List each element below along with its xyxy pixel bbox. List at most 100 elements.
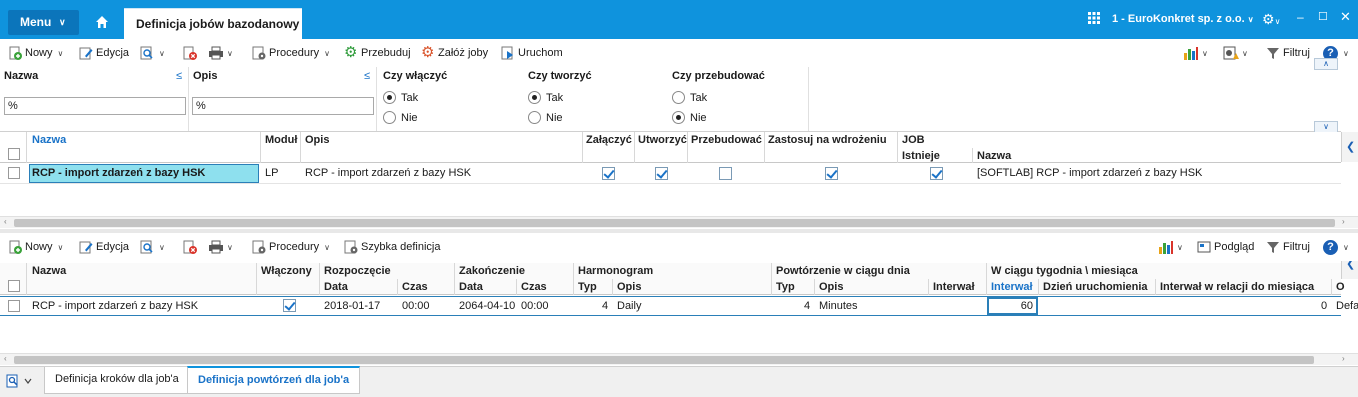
scroll-thumb[interactable] [14, 219, 1335, 227]
chevron-down-icon: ∨ [324, 242, 330, 252]
preview-icon [1197, 240, 1211, 254]
grid-apps-icon[interactable] [1088, 12, 1100, 27]
maximize-icon[interactable]: ☐ [1318, 10, 1328, 23]
table-row[interactable]: RCP - import zdarzeń z bazy HSK 2018-01-… [0, 296, 1358, 316]
select-all-checkbox[interactable] [8, 280, 20, 292]
edit-button-2[interactable]: Edycja [79, 238, 129, 256]
col-repeat-interval[interactable]: Interwał [933, 281, 975, 293]
table-row[interactable]: RCP - import zdarzeń z bazy HSK LP RCP -… [0, 163, 1341, 184]
scroll-right-icon[interactable]: › [1342, 354, 1345, 363]
col-name[interactable]: Nazwa [32, 134, 66, 146]
chevron-down-icon: ∨ [1242, 48, 1248, 58]
name-filter-input[interactable]: % [4, 97, 186, 115]
col-o[interactable]: O [1336, 281, 1345, 293]
rebuild-yes-radio[interactable]: Tak [672, 91, 707, 104]
horizontal-scrollbar[interactable]: ‹ › [0, 353, 1358, 365]
side-collapse-button[interactable]: ❮ [1341, 132, 1358, 162]
tab-document[interactable]: Definicja jobów bazodanowy [124, 8, 302, 39]
settings-warning-button[interactable]: ∨ [1223, 44, 1248, 62]
create-no-radio[interactable]: Nie [528, 111, 563, 124]
enable-yes-radio[interactable]: Tak [383, 91, 418, 104]
gear-icon[interactable]: ⚙∨ [1262, 11, 1280, 28]
desc-filter-input[interactable]: % [192, 97, 374, 115]
chart-button-2[interactable]: ∨ [1158, 238, 1183, 256]
menu-button[interactable]: Menu ∨ [8, 10, 79, 35]
col-end-time[interactable]: Czas [521, 281, 547, 293]
col-name[interactable]: Nazwa [32, 265, 66, 277]
close-icon[interactable]: ✕ [1340, 9, 1351, 25]
chart-button[interactable]: ∨ [1183, 44, 1208, 62]
col-repeat-desc[interactable]: Opis [819, 281, 843, 293]
delete-button[interactable] [183, 44, 197, 62]
col-run-day[interactable]: Dzień uruchomienia [1043, 281, 1148, 293]
attach-checkbox[interactable] [602, 167, 615, 180]
new-button[interactable]: Nowy ∨ [8, 44, 63, 62]
quick-definition-button[interactable]: Szybka definicja [344, 238, 441, 256]
select-all-checkbox[interactable] [8, 148, 20, 160]
col-start-time[interactable]: Czas [402, 281, 428, 293]
col-exists[interactable]: Istnieje [902, 150, 940, 162]
col-attach[interactable]: Załączyć [586, 134, 632, 146]
rebuild-button[interactable]: ⚙ Przebuduj [344, 44, 411, 62]
sort-icon[interactable]: ≤ [364, 70, 370, 82]
delete-button-2[interactable] [183, 238, 197, 256]
edit-button[interactable]: Edycja [79, 44, 129, 62]
col-start-date[interactable]: Data [324, 281, 348, 293]
run-button[interactable]: Uruchom [501, 44, 563, 62]
col-rebuild[interactable]: Przebudować [691, 134, 762, 146]
sort-icon[interactable]: ≤ [176, 70, 182, 82]
col-apply[interactable]: Zastosuj na wdrożeniu [768, 134, 887, 146]
enabled-checkbox[interactable] [283, 299, 296, 312]
col-enabled[interactable]: Włączony [261, 265, 312, 277]
row-checkbox[interactable] [8, 167, 20, 179]
filter-button-2[interactable]: Filtruj [1266, 238, 1310, 256]
row-checkbox[interactable] [8, 300, 20, 312]
col-interval-month[interactable]: Interwał w relacji do miesiąca [1160, 281, 1314, 293]
col-create[interactable]: Utworzyć [638, 134, 687, 146]
green-gear-icon: ⚙ [344, 44, 358, 61]
col-job-name[interactable]: Nazwa [977, 150, 1011, 162]
rebuild-checkbox[interactable] [719, 167, 732, 180]
scroll-thumb[interactable] [14, 356, 1314, 364]
company-selector[interactable]: 1 - EuroKonkret sp. z o.o. ∨ [1112, 13, 1254, 25]
search-button-2[interactable]: ∨ [140, 238, 165, 256]
apply-checkbox[interactable] [825, 167, 838, 180]
create-jobs-button[interactable]: ⚙ Załóż joby [421, 44, 488, 62]
horizontal-scrollbar[interactable]: ‹ › [0, 216, 1358, 228]
col-desc[interactable]: Opis [305, 134, 329, 146]
scroll-right-icon[interactable]: › [1342, 217, 1345, 226]
view-search-icon[interactable] [6, 374, 34, 391]
preview-button[interactable]: Podgląd [1197, 238, 1254, 256]
tab-job-repeats[interactable]: Definicja powtórzeń dla job'a [187, 366, 361, 394]
scroll-left-icon[interactable]: ‹ [4, 217, 7, 226]
search-icon [140, 240, 154, 254]
col-module[interactable]: Moduł [265, 134, 297, 146]
new-button-2[interactable]: Nowy ∨ [8, 238, 63, 256]
col-schedule-type[interactable]: Typ [578, 281, 597, 293]
collapse-up-icon[interactable]: ∧ [1314, 58, 1338, 70]
col-end-date[interactable]: Data [459, 281, 483, 293]
rebuild-no-radio[interactable]: Nie [672, 111, 707, 124]
col-schedule-desc[interactable]: Opis [617, 281, 641, 293]
help-button-2[interactable]: ? ∨ [1323, 238, 1349, 256]
print-button[interactable]: ∨ [208, 44, 233, 62]
enable-no-radio[interactable]: Nie [383, 111, 418, 124]
filter-button[interactable]: Filtruj [1266, 44, 1310, 62]
col-week-interval[interactable]: Interwał [991, 281, 1033, 293]
create-checkbox[interactable] [655, 167, 668, 180]
procedures-button[interactable]: Procedury ∨ [252, 44, 330, 62]
divider [376, 67, 377, 131]
tab-job-steps[interactable]: Definicja kroków dla job'a [44, 367, 190, 394]
procedures-button-2[interactable]: Procedury ∨ [252, 238, 330, 256]
row-name-cell[interactable]: RCP - import zdarzeń z bazy HSK [29, 164, 259, 183]
search-button[interactable]: ∨ [140, 44, 165, 62]
col-repeat-type[interactable]: Typ [776, 281, 795, 293]
minimize-icon[interactable]: – [1297, 10, 1304, 24]
interval-input[interactable]: 60 [987, 297, 1038, 315]
print-button-2[interactable]: ∨ [208, 238, 233, 256]
filter-label: Filtruj [1283, 47, 1310, 59]
exists-checkbox[interactable] [930, 167, 943, 180]
create-yes-radio[interactable]: Tak [528, 91, 563, 104]
home-icon[interactable] [88, 10, 116, 34]
scroll-left-icon[interactable]: ‹ [4, 354, 7, 363]
